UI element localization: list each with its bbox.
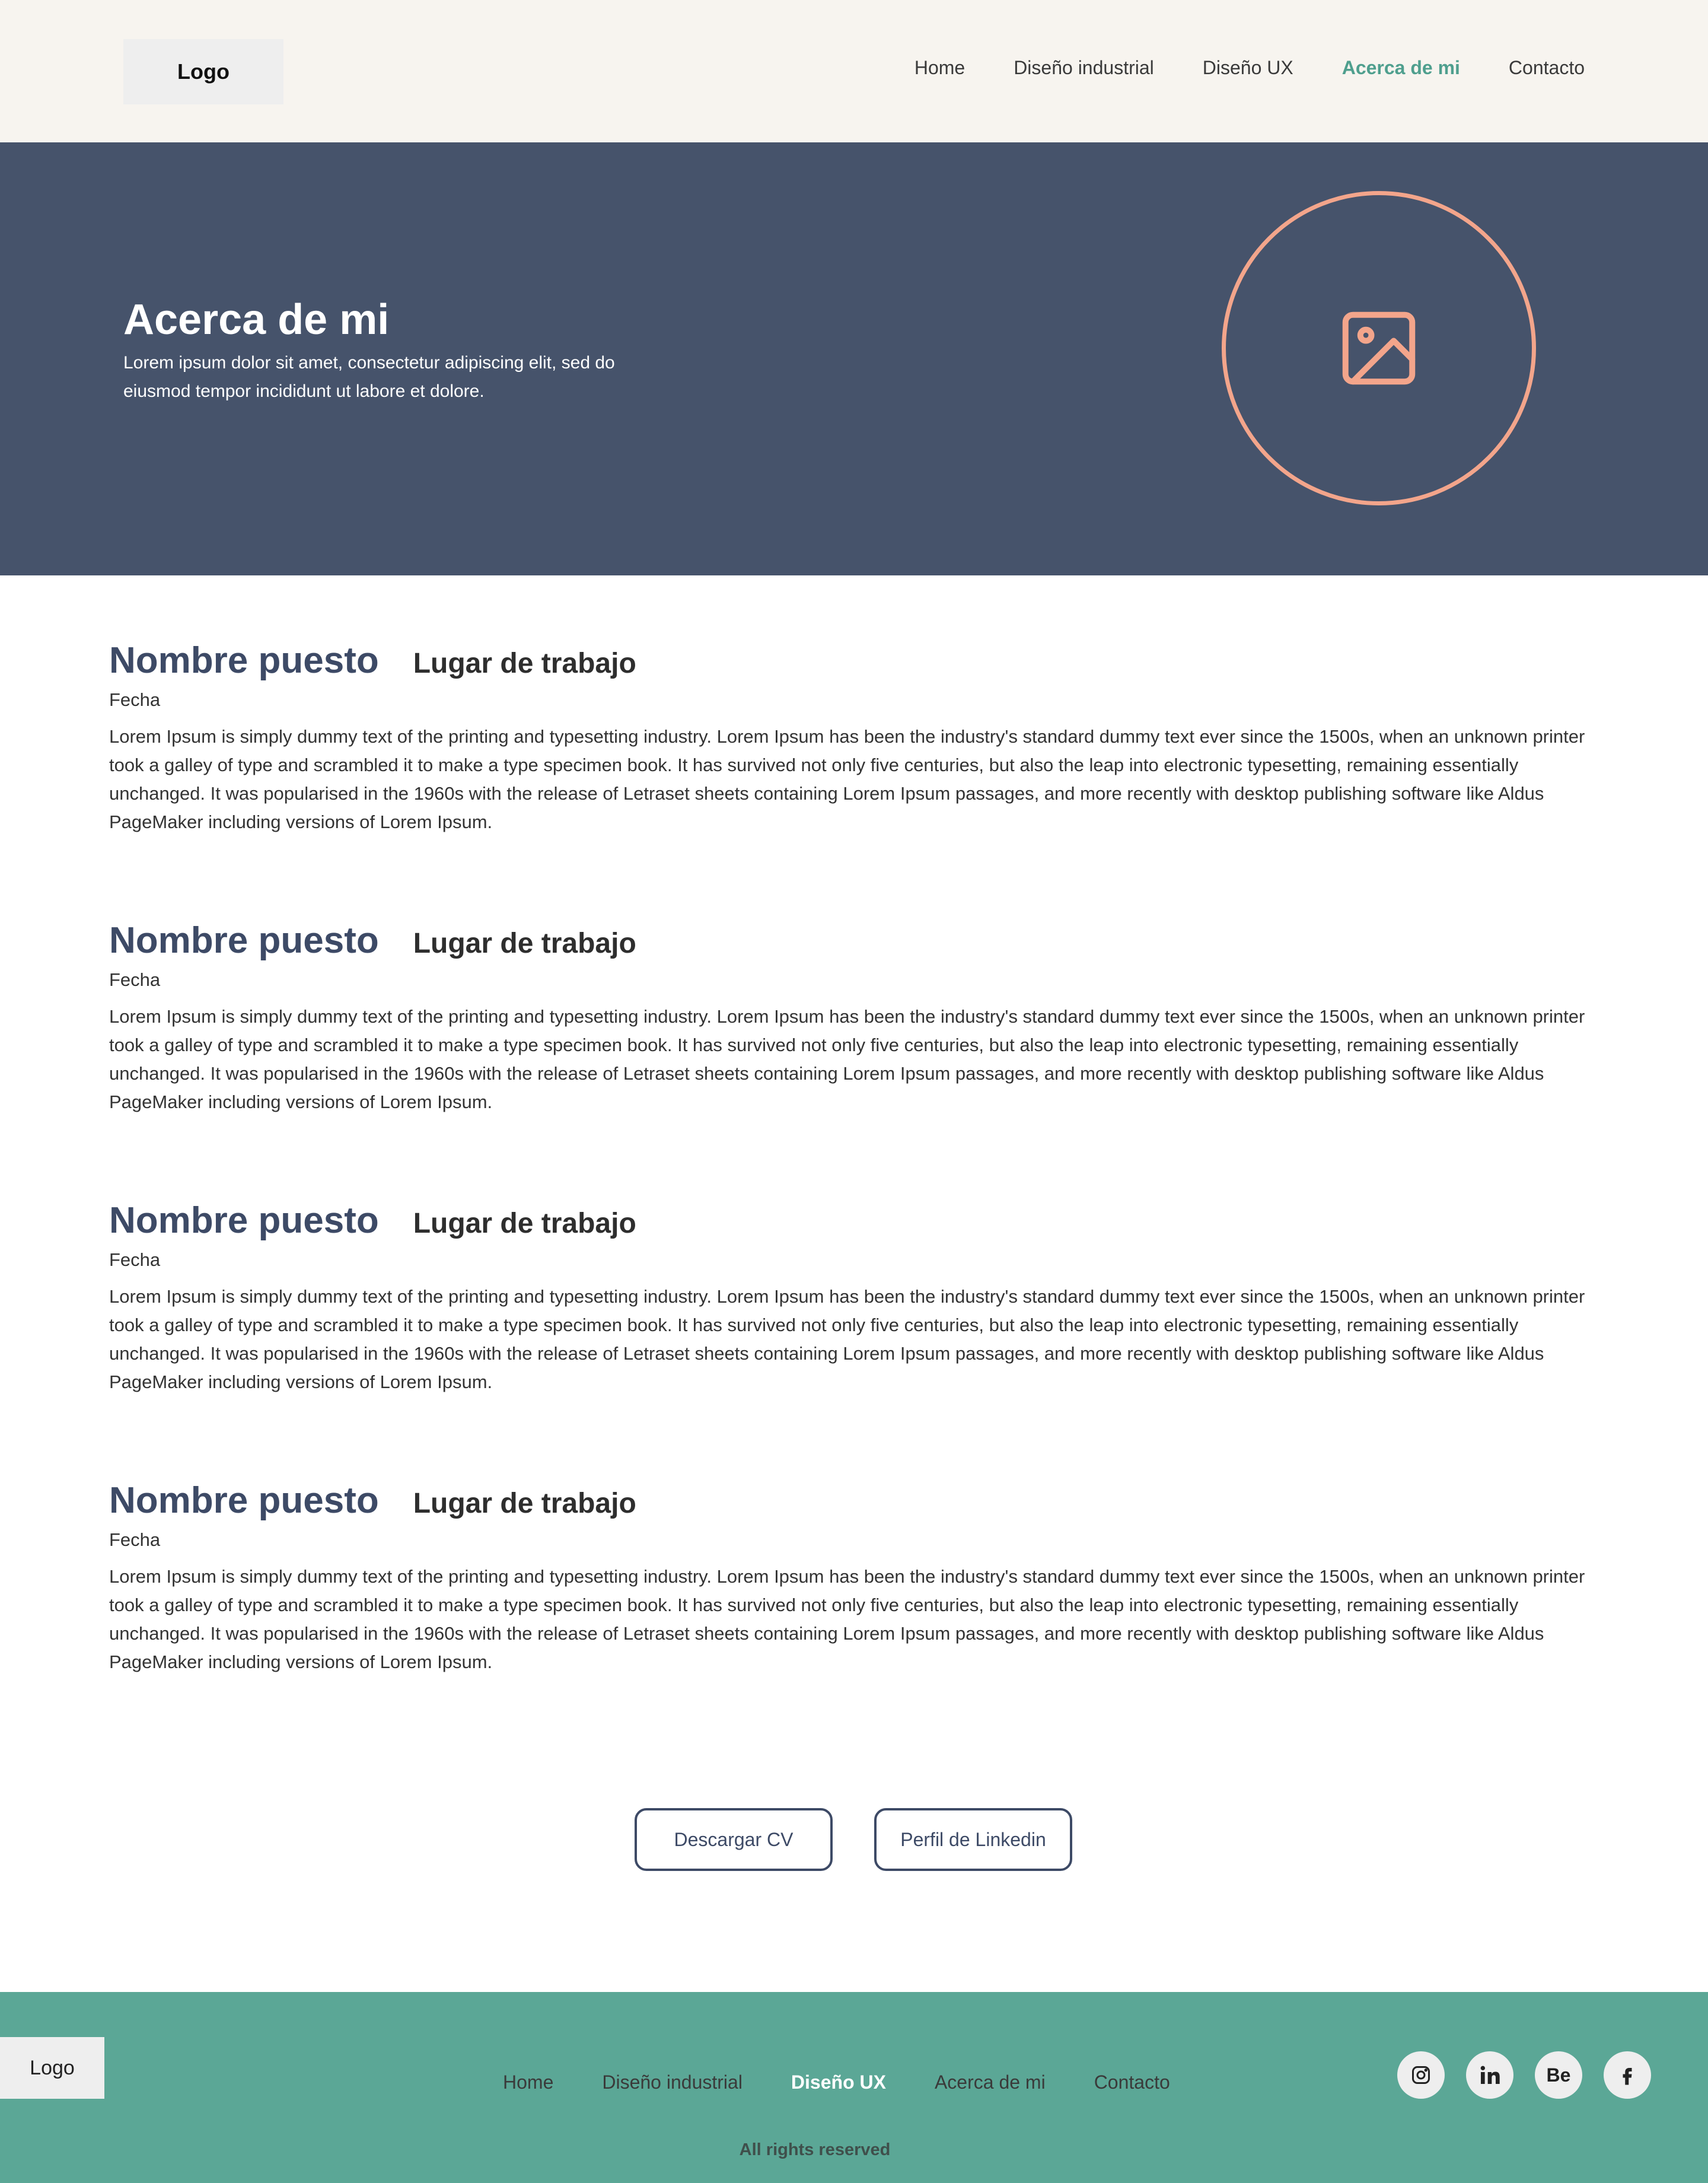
nav-home[interactable]: Home	[914, 57, 965, 79]
footer-nav-contacto[interactable]: Contacto	[1094, 2071, 1170, 2093]
job-date: Fecha	[109, 969, 161, 990]
job-date: Fecha	[109, 1529, 161, 1550]
job-title: Nombre puesto	[109, 1480, 379, 1521]
nav-diseno-ux[interactable]: Diseño UX	[1203, 57, 1293, 79]
footer-logo[interactable]: Logo	[0, 2037, 104, 2099]
hero-section: Acerca de mi Lorem ipsum dolor sit amet,…	[0, 142, 1708, 575]
job-description: Lorem Ipsum is simply dummy text of the …	[109, 1006, 1585, 1112]
job-entry: Nombre puesto Lugar de trabajo Fecha Lor…	[109, 1199, 1586, 1396]
footer-nav-diseno-industrial[interactable]: Diseño industrial	[602, 2071, 743, 2093]
profile-image-placeholder	[1222, 191, 1536, 505]
job-date: Fecha	[109, 689, 161, 710]
job-title: Nombre puesto	[109, 1200, 379, 1241]
job-entry: Nombre puesto Lugar de trabajo Fecha Lor…	[109, 639, 1586, 836]
facebook-icon[interactable]	[1604, 2051, 1651, 2099]
job-entry: Nombre puesto Lugar de trabajo Fecha Lor…	[109, 919, 1586, 1116]
hero-text: Lorem ipsum dolor sit amet, consectetur …	[123, 353, 615, 401]
nav-diseno-industrial[interactable]: Diseño industrial	[1014, 57, 1154, 79]
site-header: Logo Home Diseño industrial Diseño UX Ac…	[0, 0, 1708, 142]
site-footer: Logo Home Diseño industrial Diseño UX Ac…	[0, 1992, 1708, 2183]
behance-icon[interactable]: Be	[1535, 2051, 1582, 2099]
download-cv-button[interactable]: Descargar CV	[635, 1808, 833, 1871]
job-description: Lorem Ipsum is simply dummy text of the …	[109, 726, 1585, 832]
footer-nav-acerca-de-mi[interactable]: Acerca de mi	[935, 2071, 1046, 2093]
footer-nav-diseno-ux[interactable]: Diseño UX	[791, 2071, 886, 2093]
job-place: Lugar de trabajo	[413, 1488, 636, 1519]
header-logo[interactable]: Logo	[123, 39, 283, 104]
job-description: Lorem Ipsum is simply dummy text of the …	[109, 1566, 1585, 1672]
nav-contacto[interactable]: Contacto	[1509, 57, 1585, 79]
nav-acerca-de-mi[interactable]: Acerca de mi	[1342, 57, 1460, 79]
job-date: Fecha	[109, 1249, 161, 1270]
image-placeholder-icon	[1342, 311, 1416, 385]
footer-nav: Home Diseño industrial Diseño UX Acerca …	[503, 2071, 1170, 2093]
hero-title: Acerca de mi	[123, 296, 390, 343]
main-nav: Home Diseño industrial Diseño UX Acerca …	[914, 57, 1585, 79]
linkedin-icon[interactable]	[1466, 2051, 1513, 2099]
job-place: Lugar de trabajo	[413, 928, 636, 959]
copyright-text: All rights reserved	[739, 2140, 891, 2159]
instagram-icon[interactable]	[1397, 2051, 1445, 2099]
job-title: Nombre puesto	[109, 920, 379, 961]
job-place: Lugar de trabajo	[413, 1208, 636, 1239]
linkedin-profile-button[interactable]: Perfil de Linkedin	[874, 1808, 1072, 1871]
job-description: Lorem Ipsum is simply dummy text of the …	[109, 1286, 1585, 1392]
job-entry: Nombre puesto Lugar de trabajo Fecha Lor…	[109, 1479, 1586, 1676]
footer-nav-home[interactable]: Home	[503, 2071, 553, 2093]
job-title: Nombre puesto	[109, 640, 379, 681]
job-place: Lugar de trabajo	[413, 648, 636, 679]
